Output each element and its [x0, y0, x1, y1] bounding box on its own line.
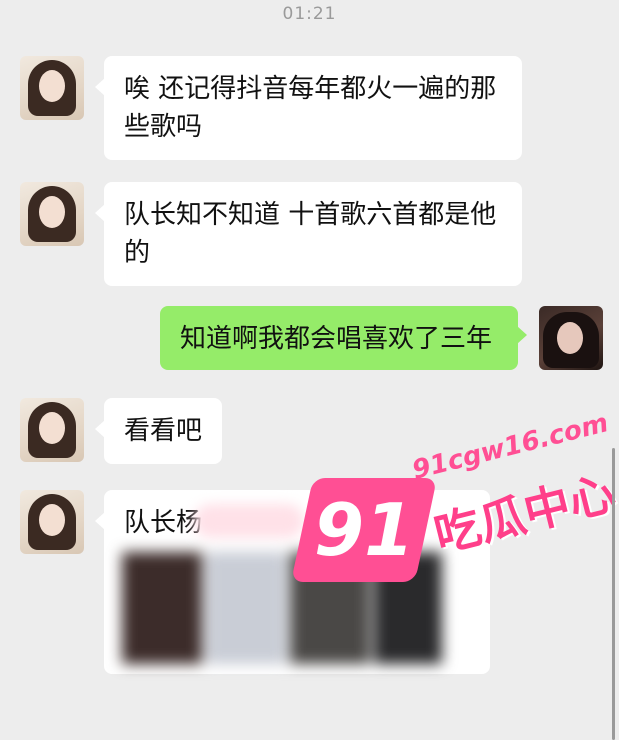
contact-avatar[interactable]: [20, 182, 84, 246]
site-watermark: 91cgw16.com 91 吃瓜中心: [290, 408, 619, 588]
message-text: 知道啊我都会唱喜欢了三年: [180, 324, 493, 354]
message-bubble-outgoing[interactable]: 知道啊我都会唱喜欢了三年: [160, 306, 527, 370]
message-text: 队长知不知道 十首歌六首都是他的: [124, 200, 497, 268]
message-text: 看看吧: [124, 416, 203, 446]
watermark-logo: 91: [290, 478, 438, 582]
message-text: 唉 还记得抖音每年都火一遍的那些歌吗: [124, 74, 497, 142]
my-avatar[interactable]: [539, 306, 603, 370]
contact-avatar[interactable]: [20, 56, 84, 120]
message-timestamp: 01:21: [282, 4, 337, 24]
blurred-censor: [194, 504, 304, 538]
scrollbar[interactable]: [612, 448, 615, 740]
watermark-number: 91: [313, 488, 415, 572]
message-text: 队长杨: [124, 508, 203, 538]
message-bubble-incoming[interactable]: 队长知不知道 十首歌六首都是他的: [95, 182, 522, 286]
contact-avatar[interactable]: [20, 490, 84, 554]
message-bubble-incoming[interactable]: 看看吧: [95, 398, 222, 464]
contact-avatar[interactable]: [20, 398, 84, 462]
message-bubble-incoming[interactable]: 唉 还记得抖音每年都火一遍的那些歌吗: [95, 56, 522, 160]
